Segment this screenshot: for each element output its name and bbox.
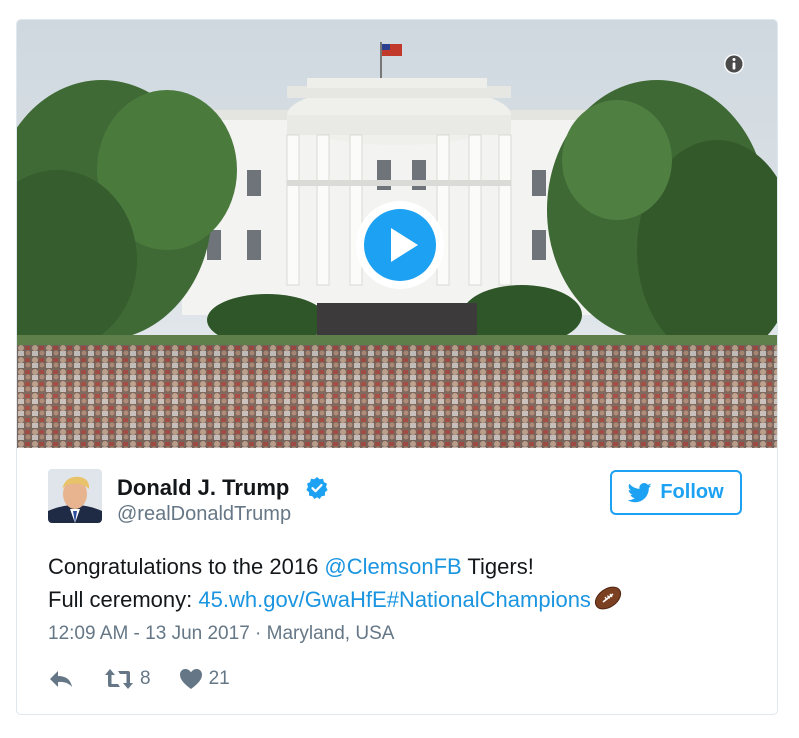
- author-handle[interactable]: @realDonaldTrump: [117, 503, 291, 526]
- mention-link[interactable]: @ClemsonFB: [324, 554, 461, 579]
- twitter-bird-icon: [628, 482, 652, 502]
- info-icon[interactable]: [722, 52, 746, 76]
- meta-separator: ·: [249, 623, 267, 644]
- tweet-text-part: Congratulations to the 2016: [48, 554, 325, 579]
- author-name[interactable]: Donald J. Trump: [117, 475, 289, 501]
- like-count: 21: [208, 668, 230, 689]
- play-button[interactable]: [355, 200, 445, 290]
- tweet-actions: 8 21: [48, 666, 230, 692]
- hashtag-link[interactable]: #NationalChampions: [387, 587, 591, 612]
- follow-label: Follow: [660, 481, 724, 503]
- retweet-count: 8: [140, 668, 151, 689]
- timestamp[interactable]: 12:09 AM - 13 Jun 2017: [48, 623, 250, 644]
- reply-button[interactable]: [48, 669, 74, 689]
- play-icon: [356, 201, 444, 289]
- video-thumbnail[interactable]: [17, 20, 777, 448]
- reply-icon: [50, 671, 72, 687]
- tweet-text-part: Tigers!: [461, 554, 534, 579]
- retweet-button[interactable]: 8: [104, 668, 151, 690]
- tweet-meta: 12:09 AM - 13 Jun 2017 · Maryland, USA: [48, 623, 394, 645]
- avatar[interactable]: [48, 469, 102, 523]
- location[interactable]: Maryland, USA: [267, 623, 395, 644]
- like-button[interactable]: 21: [179, 668, 230, 690]
- retweet-icon: [105, 669, 133, 689]
- tweet-text-part: Full ceremony:: [48, 587, 199, 612]
- american-football-emoji: [593, 585, 623, 620]
- url-link[interactable]: 45.wh.gov/GwaHfE: [198, 587, 386, 612]
- verified-badge-icon: [305, 476, 329, 500]
- tweet-card: Donald J. Trump @realDonaldTrump Follow …: [16, 19, 778, 715]
- tweet-text: Congratulations to the 2016 @ClemsonFB T…: [48, 550, 623, 620]
- heart-icon: [179, 669, 202, 689]
- follow-button[interactable]: Follow: [610, 470, 742, 515]
